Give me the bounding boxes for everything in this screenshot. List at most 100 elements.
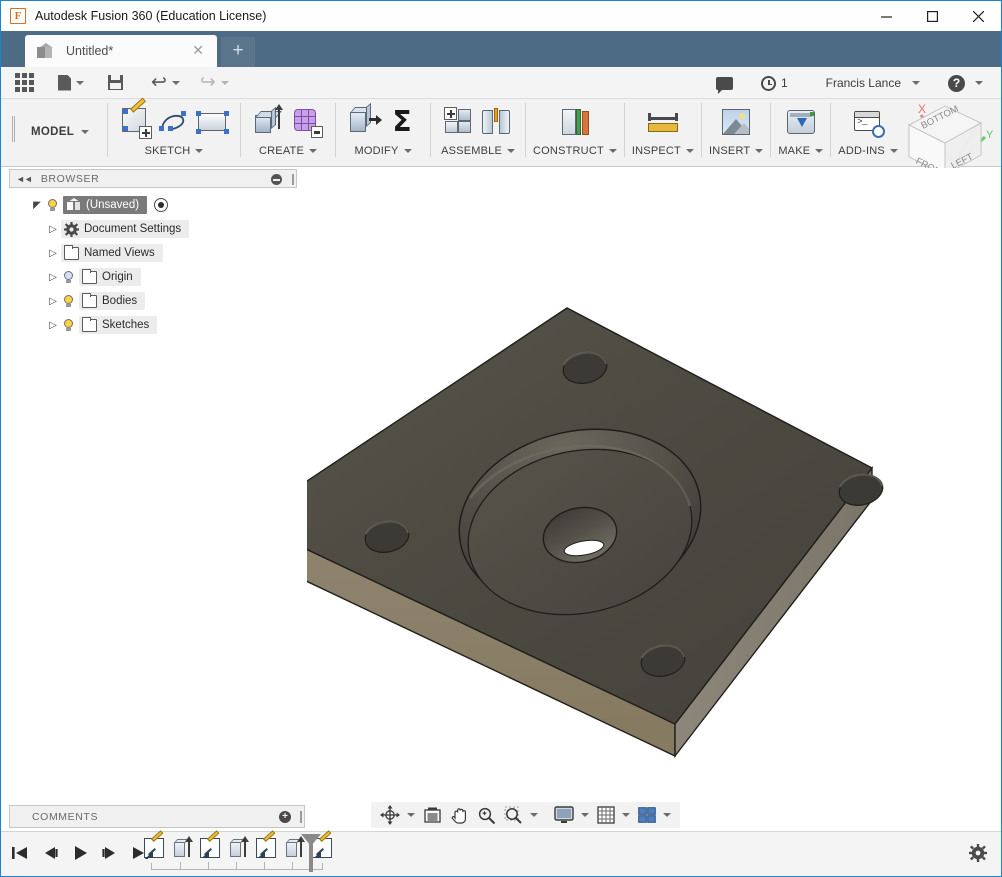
maximize-button[interactable] xyxy=(909,1,955,31)
zoom-window-button[interactable] xyxy=(501,803,541,827)
go-to-beginning-button[interactable] xyxy=(9,840,31,866)
collapse-left-icon[interactable]: ◄◄ xyxy=(16,174,33,184)
chevron-down-icon xyxy=(309,149,318,153)
undo-icon: ↩ xyxy=(151,71,167,93)
panel-resize-grip[interactable] xyxy=(292,174,294,185)
sketch-feature-icon[interactable] xyxy=(255,830,279,861)
tree-item-origin[interactable]: Origin xyxy=(79,268,141,286)
sigma-icon[interactable]: Σ xyxy=(385,105,419,139)
job-status-count: 1 xyxy=(780,76,788,90)
step-back-button[interactable] xyxy=(39,840,61,866)
ribbon-group-label-create[interactable]: CREATE xyxy=(259,145,318,157)
expand-arrow-icon[interactable]: ▷ xyxy=(45,272,61,283)
step-forward-button[interactable] xyxy=(99,840,121,866)
close-icon[interactable]: ✕ xyxy=(192,43,204,57)
ribbon-group-label-insert[interactable]: INSERT xyxy=(709,145,764,157)
minimize-button[interactable] xyxy=(863,1,909,31)
close-button[interactable] xyxy=(955,1,1001,31)
chevron-down-icon xyxy=(608,149,617,153)
expand-arrow-icon[interactable]: ▷ xyxy=(45,248,61,259)
extrude-feature-icon[interactable] xyxy=(171,836,195,861)
lightbulb-on-icon[interactable] xyxy=(45,198,59,213)
offset-plane-icon[interactable] xyxy=(558,105,592,139)
grid-snaps-button[interactable] xyxy=(594,803,633,827)
chevron-down-icon xyxy=(530,813,538,817)
joint-icon[interactable] xyxy=(480,105,514,139)
minimize-panel-icon[interactable] xyxy=(271,174,282,185)
ribbon-group-label-sketch[interactable]: SKETCH xyxy=(145,145,204,157)
add-comment-icon[interactable]: + xyxy=(279,811,291,823)
comments-button[interactable] xyxy=(710,67,739,99)
ribbon-group-label-inspect[interactable]: INSPECT xyxy=(632,145,694,157)
tree-item-named-views[interactable]: Named Views xyxy=(61,244,163,262)
extrude-icon[interactable] xyxy=(252,104,286,139)
ribbon-group-create: CREATE xyxy=(241,99,335,165)
lightbulb-off-icon[interactable] xyxy=(61,270,75,285)
expand-arrow-icon[interactable]: ▷ xyxy=(45,224,61,235)
ribbon-group-label-make[interactable]: MAKE xyxy=(778,145,824,157)
3d-print-icon[interactable] xyxy=(784,105,818,139)
ribbon-group-label-assemble[interactable]: ASSEMBLE xyxy=(441,145,515,157)
tree-row-sketches[interactable]: ▷ Sketches xyxy=(9,313,297,337)
display-settings-button[interactable] xyxy=(551,803,592,827)
extrude-feature-icon[interactable] xyxy=(227,836,251,861)
lightbulb-on-icon[interactable] xyxy=(61,318,75,333)
new-component-icon[interactable] xyxy=(442,105,476,139)
tree-row-document-settings[interactable]: ▷ Document Settings xyxy=(9,217,297,241)
viewports-button[interactable] xyxy=(635,803,674,827)
play-button[interactable] xyxy=(69,840,91,866)
redo-button[interactable]: ↪ xyxy=(194,67,235,99)
settings-gear-icon[interactable] xyxy=(969,844,987,862)
insert-image-icon[interactable] xyxy=(719,105,753,139)
tree-row-named-views[interactable]: ▷ Named Views xyxy=(9,241,297,265)
scripts-addins-icon[interactable]: >_ xyxy=(851,105,886,139)
ribbon-group-label-addins[interactable]: ADD-INS xyxy=(838,145,898,157)
undo-button[interactable]: ↩ xyxy=(145,67,186,99)
look-at-button[interactable] xyxy=(420,803,445,827)
timeline-marker[interactable] xyxy=(301,834,321,846)
tree-item-unsaved[interactable]: (Unsaved) xyxy=(63,196,148,214)
ribbon-group-assemble: ASSEMBLE xyxy=(431,99,525,165)
create-sketch-icon[interactable] xyxy=(119,97,153,139)
save-button[interactable] xyxy=(102,67,129,99)
expand-arrow-icon[interactable]: ▷ xyxy=(45,296,61,307)
tree-item-document-settings[interactable]: Document Settings xyxy=(61,220,190,238)
expand-arrow-icon[interactable]: ▷ xyxy=(45,320,61,331)
tree-item-sketches[interactable]: Sketches xyxy=(79,316,158,334)
job-status-button[interactable]: 1 xyxy=(755,67,794,99)
file-menu-button[interactable] xyxy=(52,67,90,99)
spline-icon[interactable] xyxy=(157,105,191,139)
create-form-icon[interactable] xyxy=(290,105,324,139)
activate-component-radio[interactable] xyxy=(154,198,169,212)
measure-icon[interactable] xyxy=(646,105,680,139)
comments-panel[interactable]: COMMENTS + xyxy=(9,805,305,828)
sketch-feature-icon[interactable] xyxy=(143,830,167,861)
zoom-button[interactable] xyxy=(474,803,499,827)
lightbulb-on-icon[interactable] xyxy=(61,294,75,309)
sketch-feature-icon[interactable] xyxy=(199,830,223,861)
user-name-label: Francis Lance xyxy=(825,76,901,90)
pan-button[interactable] xyxy=(447,803,472,827)
document-tab[interactable]: Untitled* ✕ xyxy=(25,35,217,67)
expand-arrow-icon[interactable]: ◤ xyxy=(29,200,45,211)
canvas-viewport[interactable] xyxy=(307,168,1001,831)
tree-row-unsaved[interactable]: ◤ (Unsaved) xyxy=(9,193,297,217)
press-pull-icon[interactable] xyxy=(347,102,383,139)
show-data-panel-button[interactable] xyxy=(1,67,40,99)
orbit-button[interactable] xyxy=(377,803,418,827)
tree-row-origin[interactable]: ▷ Origin xyxy=(9,265,297,289)
new-tab-button[interactable]: + xyxy=(221,37,255,67)
ribbon-group-label-construct[interactable]: CONSTRUCT xyxy=(533,145,617,157)
user-account-button[interactable]: Francis Lance xyxy=(820,67,926,99)
panel-resize-grip[interactable] xyxy=(300,811,302,823)
ribbon-group-construct: CONSTRUCT xyxy=(526,99,624,165)
tree-item-bodies[interactable]: Bodies xyxy=(79,292,146,310)
workspace-switcher[interactable]: MODEL xyxy=(15,99,107,165)
orbit-icon xyxy=(380,805,400,825)
rectangle-icon[interactable] xyxy=(195,105,230,139)
help-button[interactable]: ? xyxy=(942,67,989,99)
tree-row-bodies[interactable]: ▷ Bodies xyxy=(9,289,297,313)
ribbon-group-label-modify[interactable]: MODIFY xyxy=(355,145,412,157)
document-tab-label: Untitled* xyxy=(66,44,114,58)
timeline-track[interactable] xyxy=(151,862,323,870)
